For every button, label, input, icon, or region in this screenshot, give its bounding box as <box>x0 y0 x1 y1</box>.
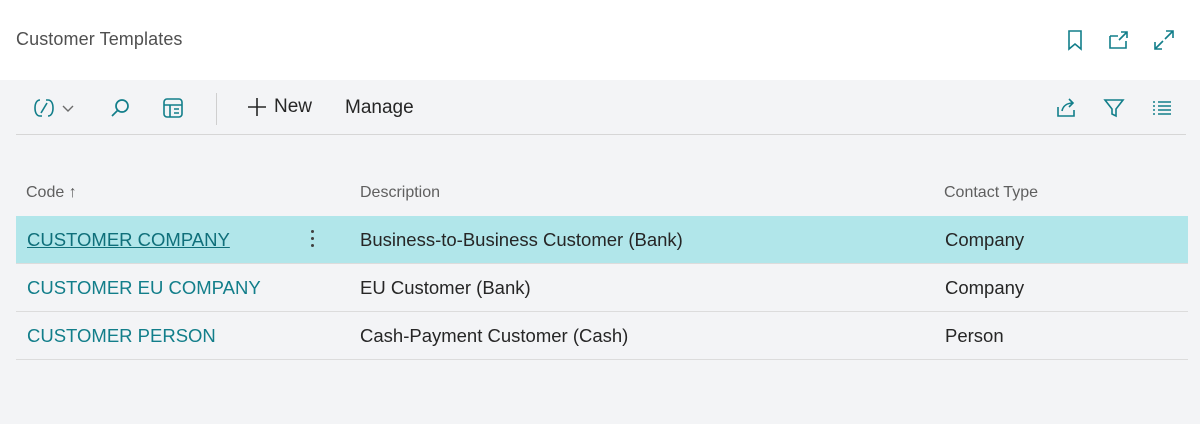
column-header-description[interactable]: Description <box>360 184 440 202</box>
code-link[interactable]: CUSTOMER COMPANY <box>27 229 230 251</box>
plus-icon <box>248 98 266 116</box>
description-cell: Business-to-Business Customer (Bank) <box>360 229 683 250</box>
column-header-contact-type[interactable]: Contact Type <box>944 184 1038 202</box>
expand-icon[interactable] <box>1152 28 1176 52</box>
bookmark-icon[interactable] <box>1063 28 1087 52</box>
edit-list-button[interactable] <box>161 96 185 120</box>
share-icon <box>1057 98 1075 117</box>
sort-ascending-icon: ↑ <box>68 184 77 201</box>
table-row[interactable]: CUSTOMER COMPANY Business-to-Business Cu… <box>16 216 1188 264</box>
contact-type-cell: Company <box>945 229 1025 250</box>
row-actions-icon[interactable] <box>308 228 316 252</box>
code-link[interactable]: CUSTOMER PERSON <box>27 325 216 347</box>
filter-icon <box>1103 99 1125 118</box>
chevron-down-icon <box>62 105 74 112</box>
list-view-icon <box>1153 101 1171 115</box>
list-view-button[interactable] <box>1150 96 1174 120</box>
search-icon <box>111 99 129 117</box>
search-button[interactable] <box>108 96 132 120</box>
page-header: Customer Templates <box>0 0 1200 80</box>
copilot-icon <box>34 99 54 117</box>
manage-button[interactable]: Manage <box>345 97 414 119</box>
filter-button[interactable] <box>1102 96 1126 120</box>
manage-button-label: Manage <box>345 97 414 118</box>
new-button-label: New <box>274 96 313 117</box>
column-header-code[interactable]: Code ↑ <box>26 184 77 202</box>
new-button[interactable]: New <box>246 96 312 118</box>
open-new-window-icon[interactable] <box>1107 28 1131 52</box>
edit-list-icon <box>163 98 183 118</box>
description-cell: Cash-Payment Customer (Cash) <box>360 325 629 346</box>
action-bar: New Manage <box>16 82 1186 135</box>
table-row[interactable]: CUSTOMER EU COMPANY EU Customer (Bank) C… <box>16 264 1188 312</box>
code-link[interactable]: CUSTOMER EU COMPANY <box>27 277 261 299</box>
description-cell: EU Customer (Bank) <box>360 277 531 298</box>
page-title: Customer Templates <box>16 29 183 49</box>
contact-type-cell: Person <box>945 325 1004 346</box>
copilot-menu-button[interactable] <box>32 96 76 120</box>
table-row[interactable]: CUSTOMER PERSON Cash-Payment Customer (C… <box>16 312 1188 360</box>
contact-type-cell: Company <box>945 277 1025 298</box>
toolbar-divider <box>216 93 217 125</box>
share-button[interactable] <box>1054 96 1078 120</box>
column-header-code-label: Code <box>26 184 65 201</box>
